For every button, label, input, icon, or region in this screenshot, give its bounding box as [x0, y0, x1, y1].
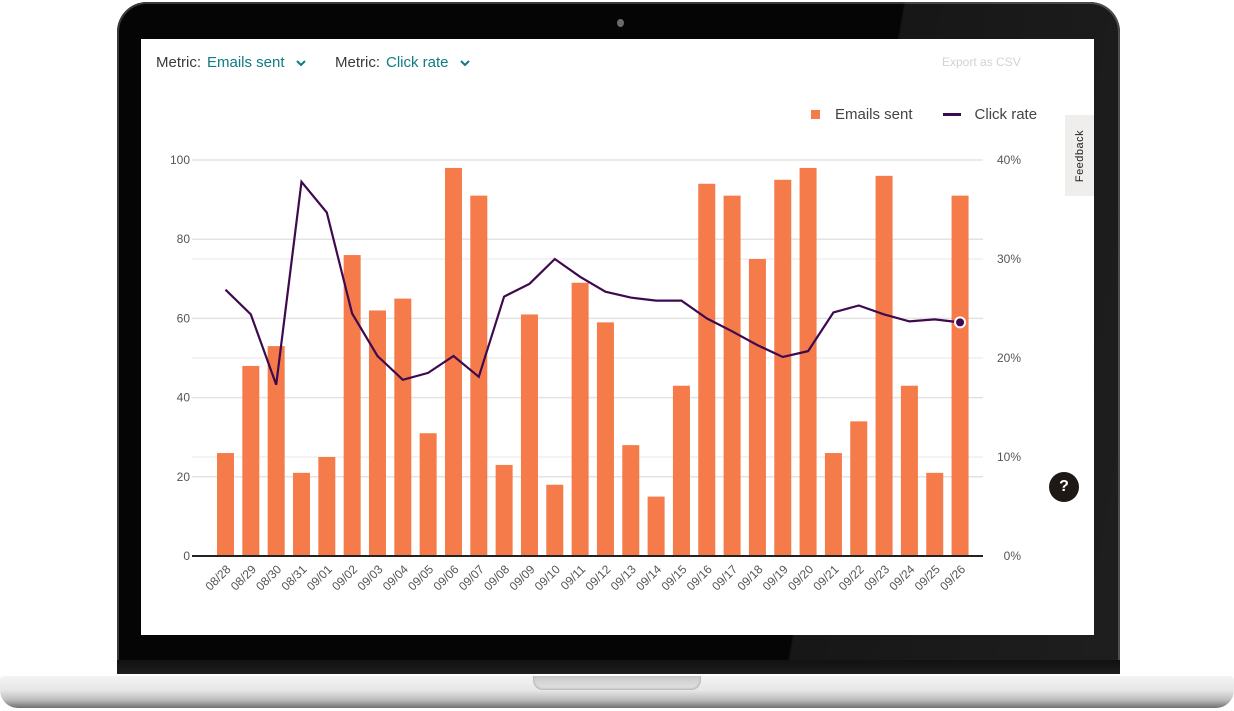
bar-09-01[interactable]: [318, 457, 336, 556]
x-tick-label: 09/07: [456, 562, 487, 593]
laptop-opening-notch: [533, 676, 701, 690]
bar-09-22[interactable]: [850, 421, 868, 556]
x-tick-label: 09/08: [481, 562, 512, 593]
x-tick-label: 09/03: [354, 562, 385, 593]
laptop-bottom-bezel: [117, 660, 1120, 674]
bar-09-14[interactable]: [647, 496, 665, 556]
y-tick-label: 60: [177, 311, 191, 325]
x-tick-label: 08/31: [278, 562, 309, 593]
y-axis-right: 0% 10% 20% 30% 40%: [997, 153, 1021, 563]
x-tick-label: 09/05: [405, 562, 436, 593]
bar-08-31[interactable]: [292, 472, 310, 556]
x-tick-label: 09/18: [734, 562, 765, 593]
x-tick-label: 09/06: [430, 562, 461, 593]
x-tick-label: 08/30: [253, 562, 284, 593]
x-tick-label: 09/22: [836, 562, 867, 593]
bar-09-13[interactable]: [622, 445, 640, 556]
x-tick-label: 09/01: [304, 562, 335, 593]
bar-09-10[interactable]: [546, 484, 564, 556]
feedback-tab[interactable]: Feedback: [1065, 115, 1094, 196]
bar-09-19[interactable]: [774, 179, 792, 557]
y-tick-label: 0: [183, 549, 190, 563]
x-tick-label: 09/26: [937, 562, 968, 593]
x-tick-label: 09/25: [912, 562, 943, 593]
bar-09-21[interactable]: [824, 453, 842, 556]
y2-tick-label: 10%: [997, 450, 1021, 464]
x-tick-label: 09/14: [633, 562, 664, 593]
x-tick-label: 09/02: [329, 562, 360, 593]
y-tick-label: 20: [177, 470, 191, 484]
y2-tick-label: 20%: [997, 351, 1021, 365]
bar-09-26[interactable]: [951, 195, 969, 556]
bar-09-18[interactable]: [748, 259, 766, 556]
bar-08-29[interactable]: [242, 365, 260, 556]
bar-09-12[interactable]: [596, 322, 614, 556]
x-tick-label: 09/20: [785, 562, 816, 593]
x-tick-label: 09/24: [886, 562, 917, 593]
bar-09-25[interactable]: [926, 472, 944, 556]
x-tick-label: 09/09: [506, 562, 537, 593]
x-tick-label: 09/12: [582, 562, 613, 593]
feedback-label: Feedback: [1073, 129, 1086, 182]
bar-09-09[interactable]: [520, 314, 538, 556]
bar-09-11[interactable]: [571, 282, 589, 556]
x-tick-label: 09/21: [810, 562, 841, 593]
bar-09-23[interactable]: [875, 175, 893, 556]
bar-09-17[interactable]: [723, 195, 741, 556]
x-axis-labels: 08/2808/2908/3008/3109/0109/0209/0309/04…: [202, 562, 968, 593]
bar-09-24[interactable]: [900, 385, 918, 556]
click-rate-point-highlighted[interactable]: [954, 316, 967, 329]
help-button[interactable]: ?: [1049, 472, 1079, 502]
bar-08-28[interactable]: [217, 453, 234, 556]
x-tick-label: 09/23: [861, 562, 892, 593]
bar-09-02[interactable]: [343, 255, 361, 557]
bar-09-15[interactable]: [672, 385, 690, 556]
y-tick-label: 100: [170, 153, 190, 167]
bar-09-16[interactable]: [698, 183, 716, 556]
x-tick-label: 08/29: [228, 562, 259, 593]
x-tick-label: 09/15: [658, 562, 689, 593]
x-tick-label: 09/17: [709, 562, 740, 593]
x-tick-label: 09/13: [608, 562, 639, 593]
combo-chart: 020406080100 0%10%20%30%40% 08/2808/2908…: [170, 153, 1021, 593]
x-tick-label: 09/16: [684, 562, 715, 593]
y-axis-left: 0 20 40 60 80 100: [170, 153, 190, 563]
x-tick-label: 09/11: [558, 562, 589, 593]
click-rate-line: [224, 179, 961, 386]
x-tick-label: 09/04: [380, 562, 411, 593]
x-tick-label: 09/10: [532, 562, 563, 593]
y2-tick-label: 0%: [1004, 549, 1022, 563]
y2-tick-label: 40%: [997, 153, 1021, 167]
line-series-click-rate: [224, 179, 967, 386]
webcam-icon: [617, 19, 624, 27]
bar-09-08[interactable]: [495, 464, 513, 556]
screen: Metric: Emails sent Metric: Click rate E…: [141, 39, 1094, 635]
y2-tick-label: 30%: [997, 252, 1021, 266]
bar-09-05[interactable]: [419, 433, 437, 556]
bar-09-04[interactable]: [394, 298, 412, 556]
x-tick-label: 09/19: [760, 562, 791, 593]
bar-09-20[interactable]: [799, 167, 817, 557]
y-tick-label: 40: [177, 391, 191, 405]
y-tick-label: 80: [177, 232, 191, 246]
x-tick-label: 08/28: [202, 562, 233, 593]
